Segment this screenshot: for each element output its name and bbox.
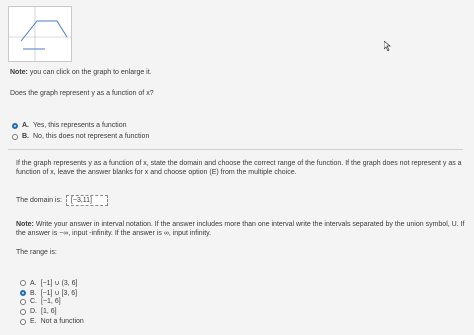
- option-label: Yes, this represents a function: [33, 122, 127, 129]
- option-label: [−1] ∪ [3, 6]: [40, 290, 78, 297]
- option-label: [−1] ∪ (3, 6]: [40, 280, 78, 287]
- option-label: [−1, 6]: [41, 298, 61, 305]
- option-letter: B.: [30, 289, 37, 297]
- option-label: No, this does not represent a function: [33, 133, 150, 140]
- option-letter: D.: [30, 308, 37, 315]
- range-option-a[interactable]: A. [−1] ∪ (3, 6]: [20, 279, 77, 287]
- domain-label: The domain is:: [16, 197, 62, 204]
- mouse-cursor-icon: [383, 40, 392, 53]
- radio-button[interactable]: [12, 122, 18, 129]
- range-option-d[interactable]: D. [1, 6]: [20, 308, 57, 315]
- graph-thumbnail[interactable]: [8, 6, 72, 62]
- radio-button[interactable]: [20, 318, 26, 325]
- section-divider: [8, 149, 463, 150]
- range-option-c[interactable]: C. [−1, 6]: [20, 298, 61, 305]
- domain-answer-field[interactable]: [−3,11]: [65, 195, 108, 206]
- note-prefix: Note:: [10, 69, 28, 76]
- graph-curve: [20, 20, 68, 42]
- instruction-text: If the graph represents y as a function …: [16, 160, 462, 176]
- option-label: [1, 6]: [41, 308, 57, 315]
- note-text: Write your answer in interval notation. …: [16, 221, 465, 237]
- radio-button[interactable]: [12, 133, 18, 140]
- range-option-e[interactable]: E. Not a function: [20, 318, 84, 325]
- option-letter: E.: [30, 318, 37, 325]
- question-function: Does the graph represent y as a function…: [10, 90, 154, 97]
- domain-row: The domain is: [−3,11]: [16, 195, 108, 206]
- radio-button[interactable]: [20, 290, 26, 296]
- radio-button[interactable]: [20, 308, 26, 315]
- option-label: Not a function: [40, 318, 84, 325]
- option-no[interactable]: B. No, this does not represent a functio…: [12, 133, 149, 140]
- option-letter: A.: [22, 122, 29, 129]
- option-letter: B.: [22, 133, 29, 140]
- radio-button[interactable]: [20, 298, 26, 305]
- note-prefix: Note:: [16, 221, 34, 228]
- radio-button[interactable]: [20, 280, 26, 286]
- range-option-b[interactable]: B. [−1] ∪ [3, 6]: [20, 289, 77, 297]
- graph-svg: [9, 7, 71, 61]
- option-letter: A.: [30, 279, 37, 287]
- option-yes[interactable]: A. Yes, this represents a function: [12, 122, 127, 129]
- interval-note: Note: Write your answer in interval nota…: [16, 220, 466, 238]
- range-label: The range is:: [16, 249, 57, 256]
- note-text: you can click on the graph to enlarge it…: [27, 69, 152, 76]
- graph-note: Note: you can click on the graph to enla…: [10, 69, 152, 76]
- option-letter: C.: [30, 298, 37, 305]
